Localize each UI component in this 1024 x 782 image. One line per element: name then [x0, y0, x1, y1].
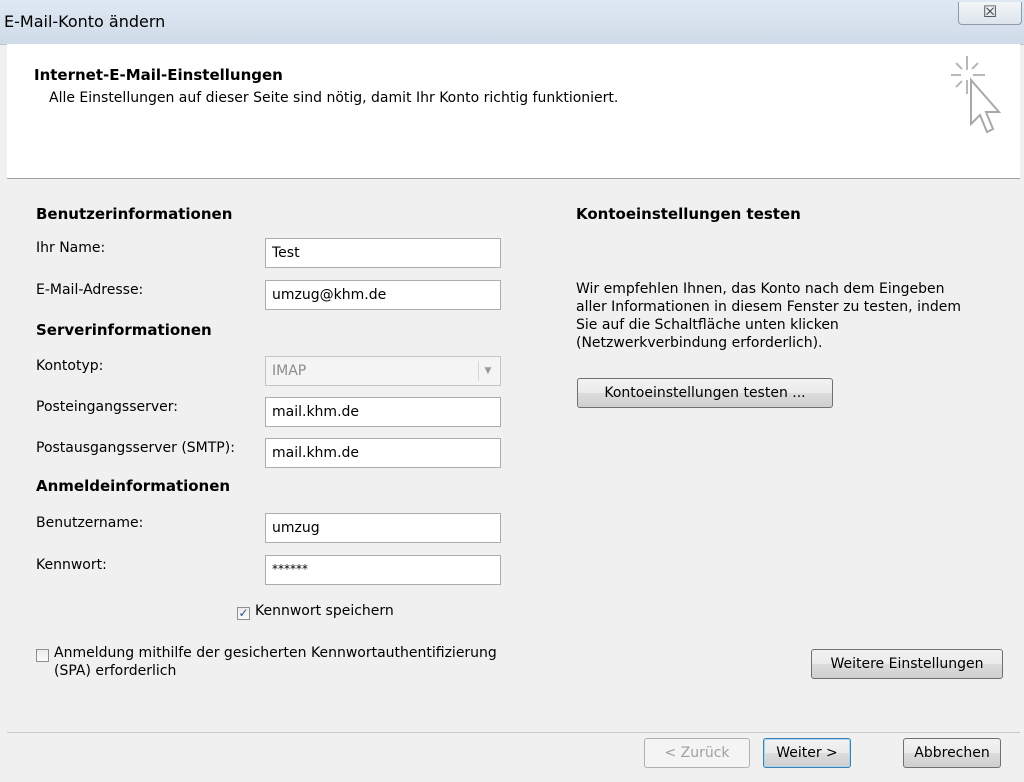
- email-field[interactable]: umzug@khm.de: [265, 280, 501, 310]
- description-line: aller Informationen in diesem Fenster zu…: [576, 299, 961, 315]
- spa-label-line2: (SPA) erforderlich: [54, 663, 177, 679]
- footer-divider: [7, 732, 1020, 733]
- dialog-header: Internet-E-Mail-Einstellungen Alle Einst…: [7, 44, 1020, 179]
- section-title-server-info: Serverinformationen: [36, 321, 212, 339]
- description-line: Wir empfehlen Ihnen, das Konto nach dem …: [576, 281, 945, 297]
- title-bar: E-Mail-Konto ändern ☒: [0, 0, 1024, 45]
- close-icon: ☒: [982, 2, 998, 21]
- name-field[interactable]: Test: [265, 238, 501, 268]
- wizard-cursor-icon: [951, 56, 1002, 134]
- spa-checkbox[interactable]: [36, 649, 49, 662]
- more-settings-button[interactable]: Weitere Einstellungen: [811, 649, 1003, 679]
- account-type-value: IMAP: [272, 363, 307, 379]
- description-line: (Netzwerkverbindung erforderlich).: [576, 335, 823, 351]
- cancel-button[interactable]: Abbrechen: [903, 738, 1001, 768]
- account-type-label: Kontotyp:: [36, 358, 104, 374]
- outgoing-server-label: Postausgangsserver (SMTP):: [36, 440, 235, 456]
- section-title-login-info: Anmeldeinformationen: [36, 477, 231, 495]
- outgoing-server-field[interactable]: mail.khm.de: [265, 438, 501, 468]
- back-button[interactable]: < Zurück: [644, 738, 750, 768]
- dialog-window: Internet-E-Mail-Einstellungen Alle Einst…: [7, 44, 1020, 782]
- header-title: Internet-E-Mail-Einstellungen: [34, 66, 283, 84]
- section-title-user-info: Benutzerinformationen: [36, 205, 233, 223]
- test-settings-description: Wir empfehlen Ihnen, das Konto nach dem …: [576, 280, 996, 352]
- remember-password-checkbox[interactable]: ✓: [237, 607, 250, 620]
- description-line: Sie auf die Schaltfläche unten klicken: [576, 317, 839, 333]
- close-button[interactable]: ☒: [958, 2, 1022, 25]
- checkmark-icon: ✓: [238, 606, 249, 620]
- window-title: E-Mail-Konto ändern: [4, 12, 166, 31]
- incoming-server-label: Posteingangsserver:: [36, 399, 178, 415]
- incoming-server-field[interactable]: mail.khm.de: [265, 397, 501, 427]
- test-account-button[interactable]: Kontoeinstellungen testen ...: [577, 378, 833, 408]
- email-label: E-Mail-Adresse:: [36, 282, 144, 298]
- dialog-content: Benutzerinformationen Ihr Name: Test E-M…: [7, 179, 1020, 719]
- next-button[interactable]: Weiter >: [763, 738, 851, 768]
- section-title-test-settings: Kontoeinstellungen testen: [576, 205, 801, 223]
- spa-label-line1: Anmeldung mithilfe der gesicherten Kennw…: [54, 645, 497, 661]
- password-label: Kennwort:: [36, 557, 107, 573]
- header-subtitle: Alle Einstellungen auf dieser Seite sind…: [49, 90, 619, 106]
- account-type-select: IMAP ▼: [265, 356, 501, 386]
- username-label: Benutzername:: [36, 515, 144, 531]
- remember-password-label: Kennwort speichern: [255, 603, 394, 619]
- username-field[interactable]: umzug: [265, 513, 501, 543]
- chevron-down-icon: ▼: [478, 361, 497, 381]
- password-field[interactable]: ******: [265, 555, 501, 585]
- name-label: Ihr Name:: [36, 240, 106, 256]
